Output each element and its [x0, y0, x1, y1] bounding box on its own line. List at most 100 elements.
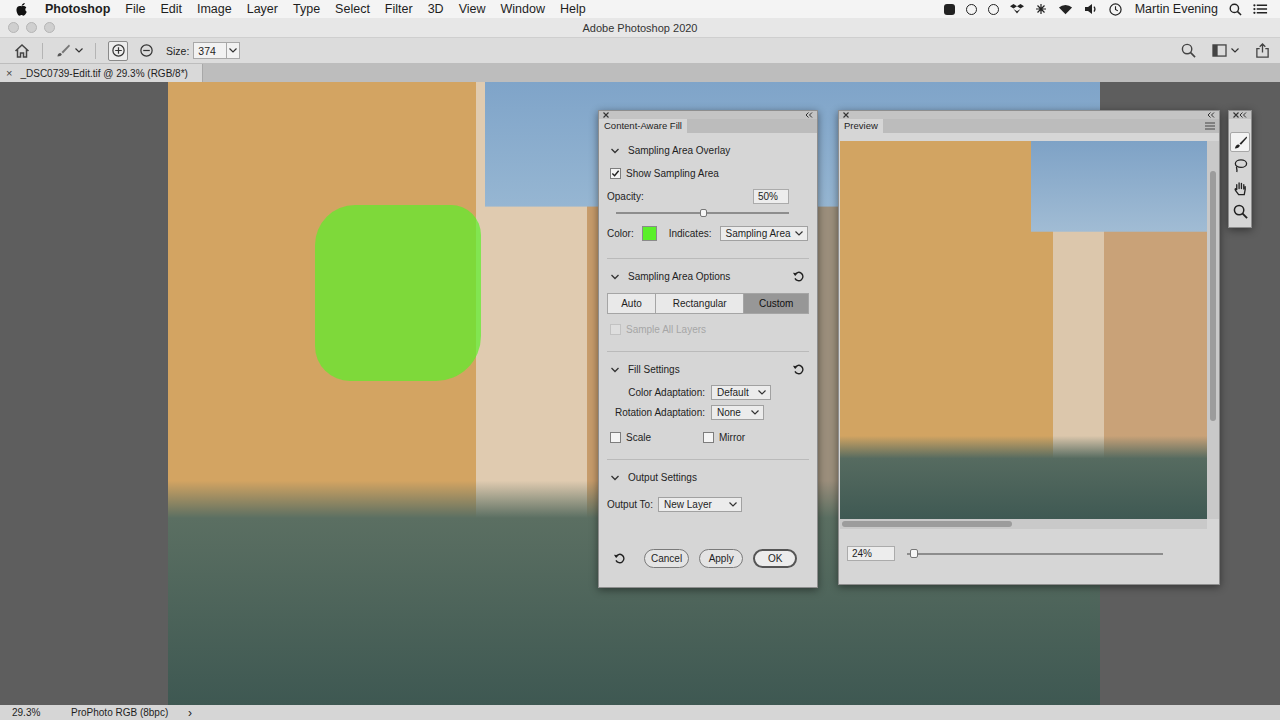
minimize-window-button[interactable] [26, 22, 37, 33]
reset-icon[interactable] [792, 363, 805, 376]
zoom-slider[interactable] [907, 553, 1163, 555]
home-icon[interactable] [14, 43, 30, 59]
menu-item[interactable]: File [125, 2, 145, 16]
status-icon[interactable] [966, 4, 977, 15]
dialog-button[interactable]: Cancel [644, 549, 689, 568]
app-menu[interactable]: Photoshop [45, 2, 110, 16]
reset-section-button[interactable] [792, 363, 805, 376]
menu-item[interactable]: Select [335, 2, 370, 16]
opacity-slider[interactable] [607, 207, 809, 219]
output-to-dropdown[interactable]: New Layer [658, 497, 742, 512]
panel-header-strip[interactable] [839, 111, 1219, 119]
workspace-switcher[interactable] [1212, 44, 1239, 57]
search-icon[interactable] [1229, 3, 1242, 16]
expanded-arrow-icon[interactable] [611, 474, 619, 482]
share-icon[interactable] [1255, 43, 1270, 58]
close-document-button[interactable]: × [6, 67, 12, 79]
clock-icon[interactable] [1109, 3, 1122, 16]
collapse-icon[interactable] [1239, 112, 1247, 118]
volume-icon[interactable] [1084, 3, 1098, 15]
add-mode-button[interactable] [108, 41, 128, 61]
rotation-adaptation-dropdown[interactable]: None [711, 405, 764, 420]
collapse-icon[interactable] [1207, 112, 1215, 118]
scroll-thumb[interactable] [1210, 171, 1216, 421]
reset-icon[interactable] [613, 552, 626, 565]
panel-menu-icon[interactable] [1205, 122, 1215, 130]
checkbox-box[interactable] [610, 168, 621, 179]
sampling-mode-button[interactable]: Auto [608, 294, 656, 313]
zoom-level[interactable]: 29.3% [12, 707, 71, 718]
indicates-dropdown[interactable]: Sampling Area [720, 226, 808, 241]
menu-item[interactable]: Help [560, 2, 586, 16]
vertical-scrollbar[interactable] [1207, 141, 1219, 519]
close-icon[interactable] [603, 112, 609, 118]
dialog-button[interactable]: Apply [699, 549, 743, 568]
fill-option-checkbox[interactable]: Mirror [703, 432, 745, 443]
zoom-tool-button[interactable] [1230, 201, 1250, 221]
canvas-area[interactable]: Content-Aware Fill Sampling Area Overlay… [0, 82, 1280, 705]
zoom-window-button[interactable] [44, 22, 55, 33]
sampling-mode-button[interactable]: Custom [744, 294, 808, 313]
reset-icon[interactable] [792, 270, 805, 283]
close-icon[interactable] [1233, 112, 1239, 118]
hand-tool-button[interactable] [1230, 178, 1250, 198]
preview-image[interactable] [840, 141, 1207, 519]
checkbox-box[interactable] [610, 432, 621, 443]
menu-item[interactable]: Image [197, 2, 232, 16]
color-adaptation-dropdown[interactable]: Default [711, 385, 771, 400]
panel-tab[interactable]: Preview [839, 119, 883, 133]
section-header[interactable]: Fill Settings [607, 352, 809, 382]
notification-list-icon[interactable] [1253, 3, 1268, 15]
expanded-arrow-icon[interactable] [611, 366, 619, 374]
reset-section-button[interactable] [792, 270, 805, 283]
menu-item[interactable]: Window [501, 2, 545, 16]
search-icon[interactable] [1181, 43, 1196, 58]
size-field[interactable]: 374 [193, 42, 240, 59]
section-header[interactable]: Sampling Area Options [607, 259, 809, 289]
section-header[interactable]: Output Settings [607, 460, 809, 490]
scroll-thumb[interactable] [842, 521, 1012, 527]
sampling-area-overlay[interactable] [315, 205, 481, 381]
document-tab[interactable]: × _DSC0739-Edit.tif @ 29.3% (RGB/8*) [0, 64, 203, 82]
status-more-button[interactable]: › [188, 706, 192, 720]
dropbox-icon[interactable] [1010, 3, 1024, 15]
fill-option-checkbox[interactable]: Scale [610, 432, 651, 443]
panel-header-strip[interactable] [599, 111, 817, 119]
tool-preset-picker[interactable] [55, 43, 83, 59]
menu-item[interactable]: Filter [385, 2, 413, 16]
panel-tab[interactable]: Content-Aware Fill [599, 119, 687, 133]
menu-item[interactable]: Edit [160, 2, 182, 16]
panel-header-strip[interactable] [1229, 111, 1251, 119]
checkbox-box[interactable] [610, 324, 621, 335]
user-name[interactable]: Martin Evening [1135, 2, 1218, 16]
slider-thumb[interactable] [700, 209, 707, 217]
menu-item[interactable]: Layer [247, 2, 278, 16]
lasso-tool-button[interactable] [1230, 155, 1250, 175]
network-icon[interactable] [1035, 3, 1047, 15]
opacity-field[interactable]: 50% [753, 189, 789, 204]
section-header[interactable]: Sampling Area Overlay [607, 137, 809, 161]
horizontal-scrollbar[interactable] [840, 519, 1207, 529]
close-icon[interactable] [843, 112, 849, 118]
collapse-icon[interactable] [805, 112, 813, 118]
expanded-arrow-icon[interactable] [611, 273, 619, 281]
dialog-button[interactable]: OK [753, 549, 797, 568]
expanded-arrow-icon[interactable] [611, 147, 619, 155]
reset-all-button[interactable] [613, 552, 626, 565]
subtract-mode-button[interactable] [136, 41, 156, 61]
wifi-icon[interactable] [1058, 3, 1073, 15]
size-dropdown[interactable] [226, 43, 239, 58]
overlay-color-swatch[interactable] [642, 226, 657, 241]
zoom-field[interactable]: 24% [847, 546, 895, 561]
menu-item[interactable]: 3D [428, 2, 444, 16]
checkbox-box[interactable] [703, 432, 714, 443]
menu-item[interactable]: View [459, 2, 486, 16]
brush-tool-button[interactable] [1230, 132, 1250, 152]
record-icon[interactable] [944, 4, 955, 15]
menu-item[interactable]: Type [293, 2, 320, 16]
close-window-button[interactable] [8, 22, 19, 33]
slider-thumb[interactable] [910, 549, 918, 558]
apple-logo-icon[interactable] [15, 2, 28, 17]
show-sampling-area-checkbox[interactable]: Show Sampling Area [610, 168, 719, 179]
sampling-mode-button[interactable]: Rectangular [656, 294, 745, 313]
